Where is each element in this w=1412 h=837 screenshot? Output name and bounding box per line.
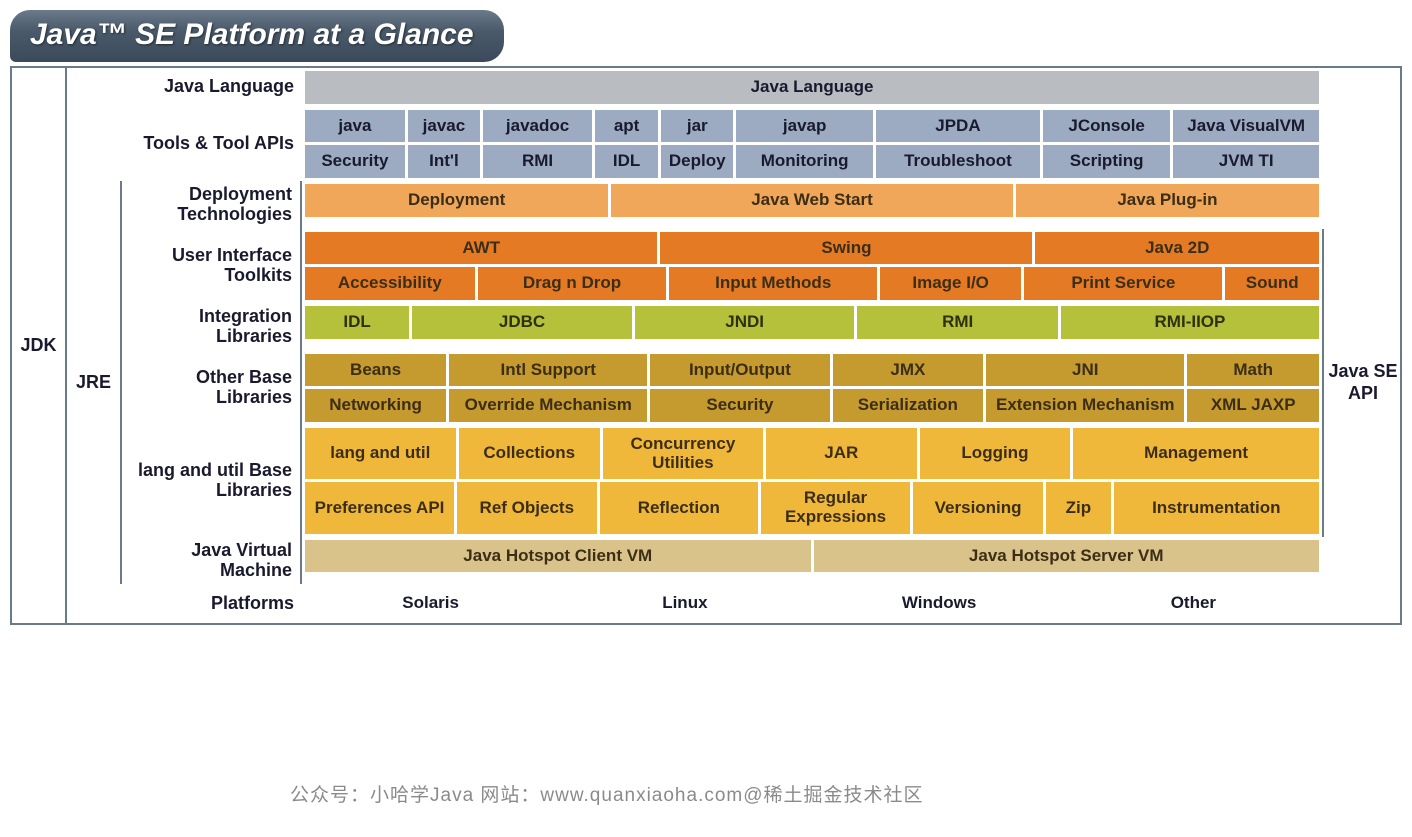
cell-jndi: JNDI	[635, 306, 855, 339]
cell-intl: Int'l	[408, 145, 480, 178]
cell-java2d: Java 2D	[1035, 232, 1319, 265]
cell-rmiiiop: RMI-IIOP	[1061, 306, 1319, 339]
cell-logging: Logging	[920, 428, 1071, 479]
cell-webstart: Java Web Start	[611, 184, 1013, 217]
cell-beans: Beans	[305, 354, 446, 387]
cell-rmi-tool: RMI	[483, 145, 592, 178]
cell-versioning: Versioning	[913, 482, 1043, 533]
cell-linux: Linux	[559, 587, 810, 620]
cell-rmi: RMI	[857, 306, 1057, 339]
cell-xmljaxp: XML JAXP	[1187, 389, 1319, 422]
cell-accessibility: Accessibility	[305, 267, 475, 300]
side-label-blank-1	[67, 68, 122, 181]
cell-jar: jar	[661, 110, 733, 143]
cell-visualvm: Java VisualVM	[1173, 110, 1319, 143]
cell-imageio: Image I/O	[880, 267, 1021, 300]
diagram-grid: JDK Java Language Java Language Tools & …	[10, 66, 1402, 625]
cell-java-language: Java Language	[305, 71, 1319, 104]
cell-idl: IDL	[305, 306, 409, 339]
cell-jdbc: JDBC	[412, 306, 632, 339]
cell-awt: AWT	[305, 232, 657, 265]
row-label-lang-util: lang and util Base Libraries	[122, 425, 302, 537]
row-label-integration: Integration Libraries	[122, 303, 302, 351]
cell-apt: apt	[595, 110, 658, 143]
cell-io: Input/Output	[650, 354, 829, 387]
side-label-blank-2	[67, 584, 122, 623]
cell-javac: javac	[408, 110, 480, 143]
cell-langutil: lang and util	[305, 428, 456, 479]
cell-hotspot-server: Java Hotspot Server VM	[814, 540, 1320, 573]
side-label-jdk: JDK	[12, 68, 67, 623]
cell-sound: Sound	[1225, 267, 1319, 300]
side-label-jre: JRE	[67, 181, 122, 584]
cell-jconsole: JConsole	[1043, 110, 1170, 143]
row-label-deployment: Deployment Technologies	[122, 181, 302, 229]
cell-solaris: Solaris	[305, 587, 556, 620]
cell-networking: Networking	[305, 389, 446, 422]
cell-hotspot-client: Java Hotspot Client VM	[305, 540, 811, 573]
row-label-java-language: Java Language	[122, 68, 302, 107]
cell-collections: Collections	[459, 428, 600, 479]
cell-javap: javap	[736, 110, 873, 143]
cell-java: java	[305, 110, 405, 143]
cell-printservice: Print Service	[1024, 267, 1222, 300]
row-label-jvm: Java Virtual Machine	[122, 537, 302, 585]
cell-override: Override Mechanism	[449, 389, 647, 422]
cell-zip: Zip	[1046, 482, 1110, 533]
cell-plugin: Java Plug-in	[1016, 184, 1319, 217]
tools-row-1: java javac javadoc apt jar javap JPDA JC…	[305, 110, 1319, 143]
cell-deployment: Deployment	[305, 184, 608, 217]
cell-javadoc: javadoc	[483, 110, 592, 143]
row-label-platforms: Platforms	[122, 584, 302, 623]
cell-swing: Swing	[660, 232, 1032, 265]
cell-monitoring: Monitoring	[736, 145, 873, 178]
side-label-api: Java SE API	[1322, 229, 1402, 537]
cell-regex: Regular Expressions	[761, 482, 910, 533]
tools-row-2: Security Int'l RMI IDL Deploy Monitoring…	[305, 145, 1319, 178]
cell-jvmti: JVM TI	[1173, 145, 1319, 178]
cell-concurrency: Concurrency Utilities	[603, 428, 763, 479]
cell-serialization: Serialization	[833, 389, 984, 422]
cell-preferences: Preferences API	[305, 482, 454, 533]
cell-security: Security	[305, 145, 405, 178]
cell-jar-lib: JAR	[766, 428, 917, 479]
cell-windows: Windows	[814, 587, 1065, 620]
cell-idl-tool: IDL	[595, 145, 658, 178]
row-label-tools-apis: Tools & Tool APIs	[122, 107, 302, 181]
cell-deploy-tool: Deploy	[661, 145, 733, 178]
cell-refobjects: Ref Objects	[457, 482, 597, 533]
cell-intlsup: Intl Support	[449, 354, 647, 387]
cell-reflection: Reflection	[600, 482, 758, 533]
cell-management: Management	[1073, 428, 1319, 479]
row-label-ui-toolkits: User Interface Toolkits	[122, 229, 302, 303]
row-label-other-base: Other Base Libraries	[122, 351, 302, 425]
right-blank-1	[1322, 68, 1402, 229]
cell-instrumentation: Instrumentation	[1114, 482, 1319, 533]
cell-jmx: JMX	[833, 354, 984, 387]
cell-other: Other	[1068, 587, 1319, 620]
cell-extension: Extension Mechanism	[986, 389, 1184, 422]
cell-dragdrop: Drag n Drop	[478, 267, 667, 300]
cell-jni: JNI	[986, 354, 1184, 387]
title-banner: Java™ SE Platform at a Glance	[10, 10, 504, 62]
cell-troubleshoot: Troubleshoot	[876, 145, 1040, 178]
cell-security2: Security	[650, 389, 829, 422]
cell-inputmethods: Input Methods	[669, 267, 877, 300]
right-blank-2	[1322, 537, 1402, 623]
cell-scripting: Scripting	[1043, 145, 1170, 178]
cell-jpda: JPDA	[876, 110, 1040, 143]
watermark-text: 公众号：小哈学Java 网站：www.quanxiaoha.com@稀土掘金技术…	[290, 780, 924, 807]
cell-math: Math	[1187, 354, 1319, 387]
